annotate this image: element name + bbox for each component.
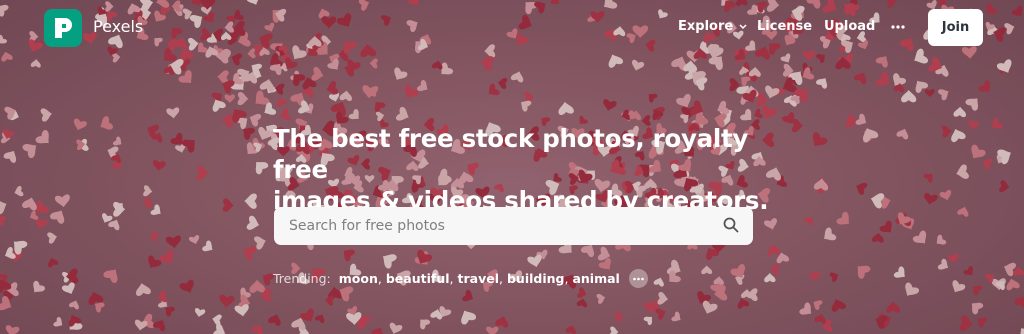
headline-line-1: The best free stock photos, royalty free xyxy=(273,124,749,184)
ellipsis-icon[interactable] xyxy=(628,269,648,288)
brand-name[interactable]: Pexels xyxy=(93,17,143,36)
chevron-down-icon xyxy=(739,23,747,29)
nav-upload-link[interactable]: Upload xyxy=(824,19,875,34)
trending-link[interactable]: building xyxy=(507,271,565,286)
nav-explore-label: Explore xyxy=(678,19,734,34)
nav-license-link[interactable]: License xyxy=(757,19,812,34)
search-icon[interactable] xyxy=(722,216,740,234)
trending-searches: Trending: moon, beautiful, travel, build… xyxy=(273,269,648,288)
hero-section: Pexels Explore License Upload Join The b… xyxy=(0,0,1024,334)
search-input[interactable] xyxy=(274,207,714,245)
ellipsis-icon[interactable] xyxy=(889,18,907,36)
join-button[interactable]: Join xyxy=(928,9,983,46)
trending-link[interactable]: beautiful xyxy=(386,271,450,286)
trending-separator: , xyxy=(449,271,454,286)
top-navigation: Pexels Explore License Upload Join xyxy=(0,0,1024,56)
trending-link[interactable]: travel xyxy=(458,271,500,286)
trending-label: Trending: xyxy=(273,271,331,286)
nav-explore-dropdown[interactable]: Explore xyxy=(678,19,747,34)
trending-link[interactable]: moon xyxy=(339,271,378,286)
hero-headline: The best free stock photos, royalty free… xyxy=(273,123,773,216)
trending-link[interactable]: animal xyxy=(572,271,619,286)
search-bar xyxy=(274,207,753,245)
pexels-logo-icon[interactable] xyxy=(44,9,82,47)
trending-separator: , xyxy=(564,271,569,286)
trending-separator: , xyxy=(377,271,382,286)
trending-separator: , xyxy=(499,271,503,286)
